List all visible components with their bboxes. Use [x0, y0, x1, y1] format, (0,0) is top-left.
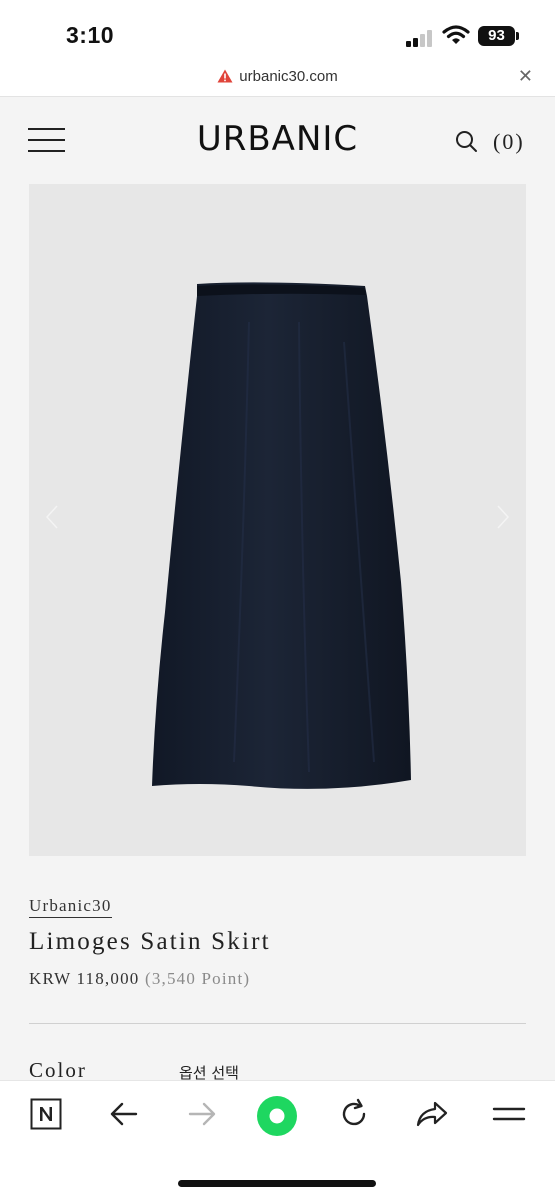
product-image[interactable]	[29, 184, 526, 856]
url-text[interactable]: urbanic30.com	[239, 68, 337, 85]
brand-link[interactable]: Urbanic30	[29, 896, 112, 918]
price-line: KRW 118,000 (3,540 Point)	[29, 969, 250, 989]
battery-level: 93	[478, 26, 515, 46]
web-page: URBANIC (0) Urbanic30 Limoges Satin Skir	[0, 97, 555, 1080]
naver-n-icon[interactable]	[30, 1098, 62, 1130]
product-price: KRW 118,000	[29, 969, 140, 988]
chevron-right-icon[interactable]	[496, 504, 510, 530]
status-bar: 3:10 93	[0, 0, 555, 64]
product-points: (3,540 Point)	[144, 969, 251, 988]
color-option-select[interactable]: 옵션 선택	[179, 1062, 239, 1080]
color-label: Color	[29, 1058, 87, 1080]
reload-icon[interactable]	[338, 1098, 370, 1130]
product-title: Limoges Satin Skirt	[29, 928, 271, 955]
share-icon[interactable]	[415, 1098, 449, 1130]
cart-count[interactable]: (0)	[493, 129, 525, 155]
back-arrow-icon[interactable]	[108, 1098, 140, 1130]
cellular-signal-icon	[406, 29, 434, 47]
home-indicator[interactable]	[178, 1180, 376, 1187]
wifi-icon	[442, 25, 470, 44]
browser-url-bar[interactable]: urbanic30.com ✕	[0, 64, 555, 97]
divider	[29, 1023, 526, 1024]
menu-icon[interactable]	[492, 1098, 526, 1130]
chevron-left-icon[interactable]	[45, 504, 59, 530]
close-icon[interactable]: ✕	[518, 66, 533, 87]
status-time: 3:10	[66, 22, 115, 48]
battery-tip	[516, 32, 519, 40]
skirt-photo	[152, 282, 411, 789]
warning-icon	[217, 69, 233, 83]
search-icon[interactable]	[455, 130, 478, 153]
green-home-icon[interactable]	[256, 1095, 298, 1137]
forward-arrow-icon[interactable]	[186, 1098, 218, 1130]
